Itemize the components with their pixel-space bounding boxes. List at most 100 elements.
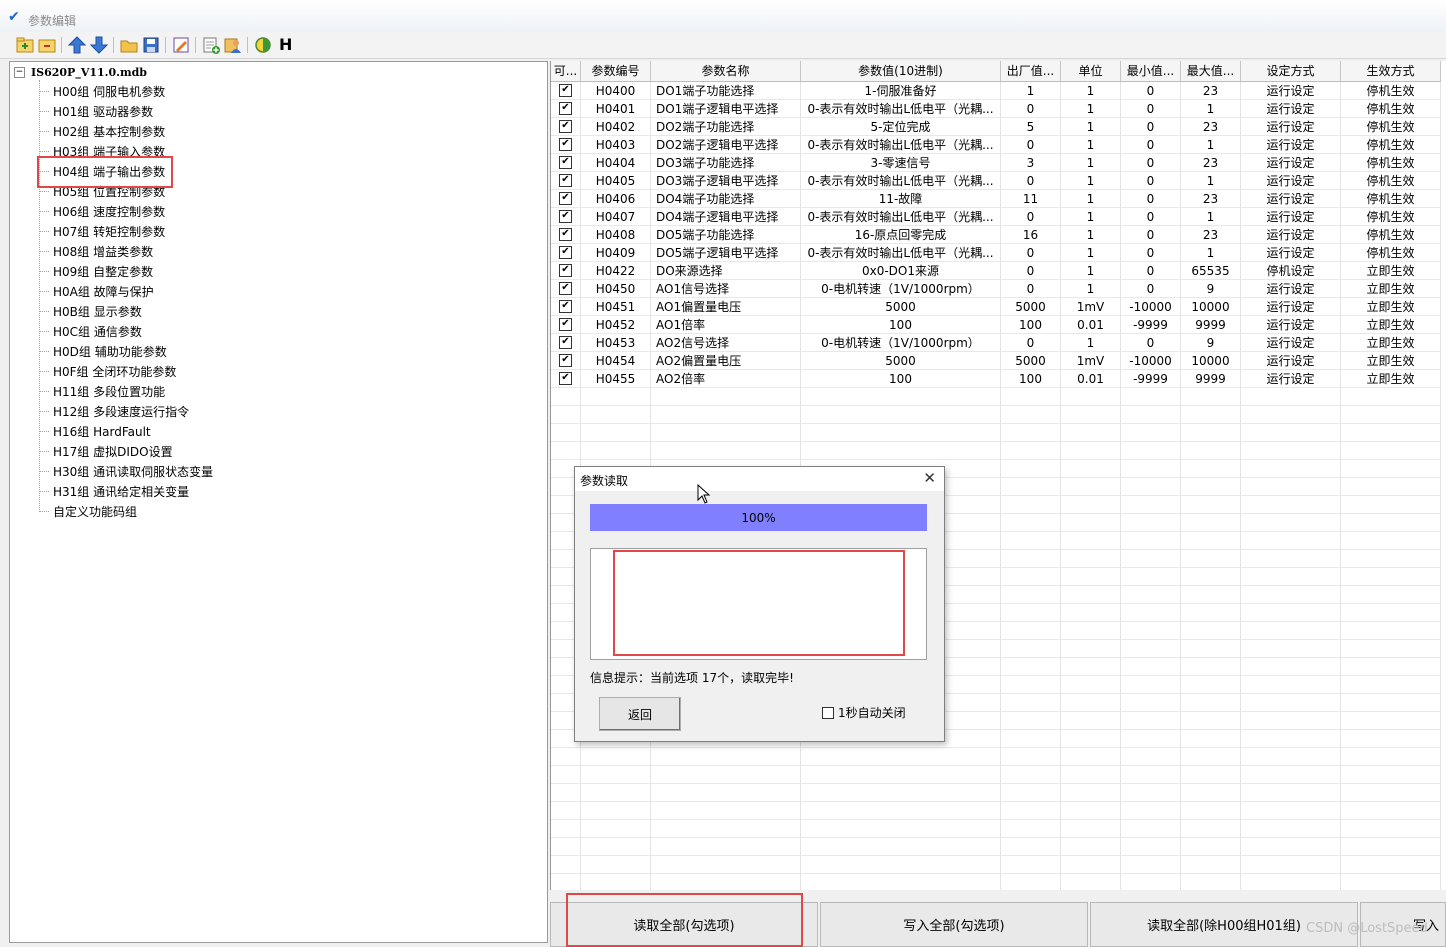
checkbox-checked-icon[interactable]: ✔ xyxy=(559,102,572,115)
checkbox-checked-icon[interactable]: ✔ xyxy=(559,318,572,331)
table-cell[interactable]: 停机生效 xyxy=(1341,226,1441,244)
table-cell[interactable]: 停机设定 xyxy=(1241,262,1341,280)
table-cell[interactable]: -10000 xyxy=(1121,352,1181,370)
write-all-checked-button[interactable]: 写入全部(勾选项) xyxy=(820,902,1088,947)
table-cell[interactable]: 0-电机转速（1V/1000rpm） xyxy=(801,280,1001,298)
table-cell[interactable]: 0 xyxy=(1001,136,1061,154)
table-cell[interactable]: 0 xyxy=(1001,280,1061,298)
checkbox-checked-icon[interactable]: ✔ xyxy=(559,84,572,97)
new-icon[interactable] xyxy=(15,35,35,55)
tree-root[interactable]: − IS620P_V11.0.mdb xyxy=(14,64,147,80)
table-cell[interactable]: 0-表示有效时输出L低电平（光耦... xyxy=(801,208,1001,226)
table-cell[interactable]: 停机生效 xyxy=(1341,118,1441,136)
row-checkbox-cell[interactable]: ✔ xyxy=(551,226,581,244)
table-cell[interactable]: H0401 xyxy=(581,100,651,118)
table-cell[interactable]: AO1信号选择 xyxy=(651,280,801,298)
table-cell[interactable]: 0 xyxy=(1121,190,1181,208)
tree-item[interactable]: H16组 HardFault xyxy=(39,421,151,441)
row-checkbox-cell[interactable]: ✔ xyxy=(551,244,581,262)
table-cell[interactable]: -9999 xyxy=(1121,316,1181,334)
move-up-icon[interactable] xyxy=(67,35,87,55)
table-cell[interactable]: 1 xyxy=(1061,136,1121,154)
table-cell[interactable]: 65535 xyxy=(1181,262,1241,280)
table-cell[interactable]: 1 xyxy=(1181,244,1241,262)
checkbox-checked-icon[interactable]: ✔ xyxy=(559,174,572,187)
table-cell[interactable]: 停机生效 xyxy=(1341,154,1441,172)
checkbox-checked-icon[interactable]: ✔ xyxy=(559,336,572,349)
table-cell[interactable]: 0 xyxy=(1121,82,1181,100)
table-cell[interactable]: 0 xyxy=(1121,100,1181,118)
table-cell[interactable]: H0405 xyxy=(581,172,651,190)
table-cell[interactable]: AO1倍率 xyxy=(651,316,801,334)
table-cell[interactable]: H0407 xyxy=(581,208,651,226)
table-cell[interactable]: DO1端子逻辑电平选择 xyxy=(651,100,801,118)
table-row[interactable]: ✔ H0409 DO5端子逻辑电平选择 0-表示有效时输出L低电平（光耦... 0 1 0 1… xyxy=(551,244,1441,262)
table-cell[interactable]: DO5端子功能选择 xyxy=(651,226,801,244)
table-cell[interactable]: DO1端子功能选择 xyxy=(651,82,801,100)
checkbox-checked-icon[interactable]: ✔ xyxy=(559,120,572,133)
table-cell[interactable]: 停机生效 xyxy=(1341,82,1441,100)
table-cell[interactable]: 立即生效 xyxy=(1341,334,1441,352)
table-cell[interactable]: 100 xyxy=(801,370,1001,388)
parameter-group-tree[interactable]: − IS620P_V11.0.mdb H00组 伺服电机参数 H01组 驱动器参数… xyxy=(9,61,548,943)
table-cell[interactable]: 运行设定 xyxy=(1241,316,1341,334)
table-cell[interactable]: DO4端子逻辑电平选择 xyxy=(651,208,801,226)
checkbox-icon[interactable] xyxy=(822,706,834,719)
row-checkbox-cell[interactable]: ✔ xyxy=(551,370,581,388)
table-cell[interactable]: 运行设定 xyxy=(1241,226,1341,244)
table-cell[interactable]: 运行设定 xyxy=(1241,172,1341,190)
table-row[interactable]: ✔ H0404 DO3端子功能选择 3-零速信号 3 1 0 23 运行设定 停机生效 xyxy=(551,154,1441,172)
table-cell[interactable]: 16-原点回零完成 xyxy=(801,226,1001,244)
table-row[interactable]: ✔ H0405 DO3端子逻辑电平选择 0-表示有效时输出L低电平（光耦... 0 1 0 1… xyxy=(551,172,1441,190)
table-cell[interactable]: DO2端子功能选择 xyxy=(651,118,801,136)
row-checkbox-cell[interactable]: ✔ xyxy=(551,154,581,172)
table-cell[interactable]: 23 xyxy=(1181,154,1241,172)
table-cell[interactable]: 10000 xyxy=(1181,352,1241,370)
row-checkbox-cell[interactable]: ✔ xyxy=(551,352,581,370)
table-cell[interactable]: H0404 xyxy=(581,154,651,172)
column-header[interactable]: 单位 xyxy=(1061,61,1121,81)
table-cell[interactable]: 0 xyxy=(1121,136,1181,154)
table-cell[interactable]: DO来源选择 xyxy=(651,262,801,280)
table-cell[interactable]: 0-表示有效时输出L低电平（光耦... xyxy=(801,100,1001,118)
checkbox-checked-icon[interactable]: ✔ xyxy=(559,264,572,277)
tree-item[interactable]: H0A组 故障与保护 xyxy=(39,281,154,301)
row-checkbox-cell[interactable]: ✔ xyxy=(551,172,581,190)
table-cell[interactable]: 运行设定 xyxy=(1241,298,1341,316)
table-cell[interactable]: H0400 xyxy=(581,82,651,100)
tree-item[interactable]: H30组 通讯读取伺服状态变量 xyxy=(39,461,213,481)
table-row[interactable]: ✔ H0454 AO2偏置量电压 5000 5000 1mV -10000 10000 运行设定… xyxy=(551,352,1441,370)
table-cell[interactable]: 0 xyxy=(1001,334,1061,352)
table-cell[interactable]: 运行设定 xyxy=(1241,280,1341,298)
table-cell[interactable]: AO2偏置量电压 xyxy=(651,352,801,370)
row-checkbox-cell[interactable]: ✔ xyxy=(551,100,581,118)
table-cell[interactable]: 停机生效 xyxy=(1341,208,1441,226)
tree-item[interactable]: H00组 伺服电机参数 xyxy=(39,81,165,101)
column-header[interactable]: 参数名称 xyxy=(651,61,801,81)
table-cell[interactable]: 10000 xyxy=(1181,298,1241,316)
tree-item[interactable]: H0C组 通信参数 xyxy=(39,321,142,341)
table-row[interactable]: ✔ H0406 DO4端子功能选择 11-故障 11 1 0 23 运行设定 停机生效 xyxy=(551,190,1441,208)
table-cell[interactable]: H0422 xyxy=(581,262,651,280)
table-row[interactable]: ✔ H0403 DO2端子逻辑电平选择 0-表示有效时输出L低电平（光耦... 0 1 0 1… xyxy=(551,136,1441,154)
table-cell[interactable]: 0 xyxy=(1001,244,1061,262)
table-cell[interactable]: 1 xyxy=(1061,244,1121,262)
table-cell[interactable]: 1 xyxy=(1061,226,1121,244)
table-cell[interactable]: 运行设定 xyxy=(1241,352,1341,370)
table-cell[interactable]: DO5端子逻辑电平选择 xyxy=(651,244,801,262)
table-cell[interactable]: DO3端子功能选择 xyxy=(651,154,801,172)
table-cell[interactable]: 0-电机转速（1V/1000rpm） xyxy=(801,334,1001,352)
table-cell[interactable]: 1 xyxy=(1061,280,1121,298)
tree-item[interactable]: H07组 转矩控制参数 xyxy=(39,221,165,241)
table-cell[interactable]: 1 xyxy=(1181,100,1241,118)
column-header[interactable]: 最小值... xyxy=(1121,61,1181,81)
row-checkbox-cell[interactable]: ✔ xyxy=(551,262,581,280)
table-cell[interactable]: H0453 xyxy=(581,334,651,352)
checkbox-checked-icon[interactable]: ✔ xyxy=(559,138,572,151)
table-cell[interactable]: H0402 xyxy=(581,118,651,136)
table-cell[interactable]: 1 xyxy=(1061,154,1121,172)
table-row[interactable]: ✔ H0451 AO1偏置量电压 5000 5000 1mV -10000 10000 运行设定… xyxy=(551,298,1441,316)
table-cell[interactable]: 立即生效 xyxy=(1341,370,1441,388)
table-cell[interactable]: DO2端子逻辑电平选择 xyxy=(651,136,801,154)
back-button[interactable]: 返回 xyxy=(599,697,681,731)
